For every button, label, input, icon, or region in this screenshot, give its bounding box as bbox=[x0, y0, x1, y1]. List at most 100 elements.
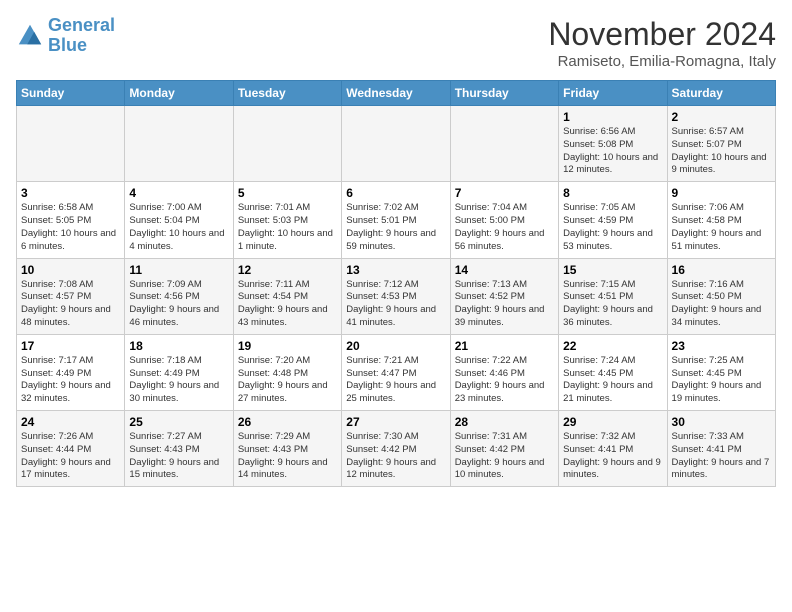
calendar-cell: 21 Sunrise: 7:22 AMSunset: 4:46 PMDayligh… bbox=[450, 334, 558, 410]
day-number: 21 bbox=[455, 339, 554, 353]
header-thursday: Thursday bbox=[450, 81, 558, 106]
calendar-cell: 17Sunrise: 7:17 AMSunset: 4:49 PMDayligh… bbox=[17, 334, 125, 410]
day-number: 18 bbox=[129, 339, 228, 353]
day-info: Sunrise: 7:29 AMSunset: 4:43 PMDaylight:… bbox=[238, 431, 337, 482]
day-info: Sunrise: 7:06 AMSunset: 4:58 PMDaylight:… bbox=[672, 202, 771, 253]
calendar-cell: 18 Sunrise: 7:18 AMSunset: 4:49 PMDayligh… bbox=[125, 334, 233, 410]
day-number: 15 bbox=[563, 263, 662, 277]
day-info: Sunrise: 7:13 AMSunset: 4:52 PMDaylight:… bbox=[455, 279, 554, 330]
day-info: Sunrise: 7:12 AMSunset: 4:53 PMDaylight:… bbox=[346, 279, 445, 330]
day-info: Sunrise: 7:32 AMSunset: 4:41 PMDaylight:… bbox=[563, 431, 662, 482]
day-number: 20 bbox=[346, 339, 445, 353]
calendar-cell: 23 Sunrise: 7:25 AMSunset: 4:45 PMDayligh… bbox=[667, 334, 775, 410]
day-number: 6 bbox=[346, 186, 445, 200]
day-number: 23 bbox=[672, 339, 771, 353]
day-number: 26 bbox=[238, 415, 337, 429]
day-number: 8 bbox=[563, 186, 662, 200]
day-info: Sunrise: 7:30 AMSunset: 4:42 PMDaylight:… bbox=[346, 431, 445, 482]
calendar-cell: 28Sunrise: 7:31 AMSunset: 4:42 PMDayligh… bbox=[450, 411, 558, 487]
day-info: Sunrise: 7:05 AMSunset: 4:59 PMDaylight:… bbox=[563, 202, 662, 253]
day-info: Sunrise: 7:33 AMSunset: 4:41 PMDaylight:… bbox=[672, 431, 771, 482]
calendar-cell bbox=[233, 106, 341, 182]
day-number: 13 bbox=[346, 263, 445, 277]
calendar-header: Sunday Monday Tuesday Wednesday Thursday… bbox=[17, 81, 776, 106]
calendar-cell: 8 Sunrise: 7:05 AMSunset: 4:59 PMDaylight… bbox=[559, 182, 667, 258]
calendar-cell: 27 Sunrise: 7:30 AMSunset: 4:42 PMDayligh… bbox=[342, 411, 450, 487]
day-info: Sunrise: 7:18 AMSunset: 4:49 PMDaylight:… bbox=[129, 355, 228, 406]
calendar-cell bbox=[17, 106, 125, 182]
day-number: 7 bbox=[455, 186, 554, 200]
header: General Blue November 2024 Ramiseto, Emi… bbox=[16, 16, 776, 70]
calendar-cell bbox=[125, 106, 233, 182]
day-info: Sunrise: 7:21 AMSunset: 4:47 PMDaylight:… bbox=[346, 355, 445, 406]
calendar-week-1: 3 Sunrise: 6:58 AMSunset: 5:05 PMDaylight… bbox=[17, 182, 776, 258]
calendar-cell: 29 Sunrise: 7:32 AMSunset: 4:41 PMDayligh… bbox=[559, 411, 667, 487]
header-wednesday: Wednesday bbox=[342, 81, 450, 106]
day-info: Sunrise: 7:09 AMSunset: 4:56 PMDaylight:… bbox=[129, 279, 228, 330]
calendar-cell: 4 Sunrise: 7:00 AMSunset: 5:04 PMDaylight… bbox=[125, 182, 233, 258]
calendar-cell: 12 Sunrise: 7:11 AMSunset: 4:54 PMDayligh… bbox=[233, 258, 341, 334]
calendar-cell: 14Sunrise: 7:13 AMSunset: 4:52 PMDayligh… bbox=[450, 258, 558, 334]
day-number: 29 bbox=[563, 415, 662, 429]
calendar-cell: 9 Sunrise: 7:06 AMSunset: 4:58 PMDaylight… bbox=[667, 182, 775, 258]
calendar-cell: 5 Sunrise: 7:01 AMSunset: 5:03 PMDaylight… bbox=[233, 182, 341, 258]
day-number: 10 bbox=[21, 263, 120, 277]
day-info: Sunrise: 7:22 AMSunset: 4:46 PMDaylight:… bbox=[455, 355, 554, 406]
day-info: Sunrise: 7:02 AMSunset: 5:01 PMDaylight:… bbox=[346, 202, 445, 253]
day-number: 12 bbox=[238, 263, 337, 277]
day-number: 16 bbox=[672, 263, 771, 277]
day-info: Sunrise: 7:25 AMSunset: 4:45 PMDaylight:… bbox=[672, 355, 771, 406]
day-info: Sunrise: 6:56 AMSunset: 5:08 PMDaylight:… bbox=[563, 126, 662, 177]
calendar-cell bbox=[342, 106, 450, 182]
day-info: Sunrise: 7:08 AMSunset: 4:57 PMDaylight:… bbox=[21, 279, 120, 330]
header-saturday: Saturday bbox=[667, 81, 775, 106]
day-number: 24 bbox=[21, 415, 120, 429]
calendar-cell: 2 Sunrise: 6:57 AMSunset: 5:07 PMDaylight… bbox=[667, 106, 775, 182]
logo-text: General Blue bbox=[48, 16, 115, 56]
logo-general: General bbox=[48, 15, 115, 35]
calendar-cell: 22Sunrise: 7:24 AMSunset: 4:45 PMDayligh… bbox=[559, 334, 667, 410]
day-number: 5 bbox=[238, 186, 337, 200]
calendar-week-2: 10 Sunrise: 7:08 AMSunset: 4:57 PMDayligh… bbox=[17, 258, 776, 334]
calendar-week-0: 1 Sunrise: 6:56 AMSunset: 5:08 PMDaylight… bbox=[17, 106, 776, 182]
day-number: 3 bbox=[21, 186, 120, 200]
calendar-cell: 20 Sunrise: 7:21 AMSunset: 4:47 PMDayligh… bbox=[342, 334, 450, 410]
logo-blue: Blue bbox=[48, 35, 87, 55]
calendar-body: 1 Sunrise: 6:56 AMSunset: 5:08 PMDaylight… bbox=[17, 106, 776, 487]
day-number: 9 bbox=[672, 186, 771, 200]
day-number: 2 bbox=[672, 110, 771, 124]
calendar-cell: 6 Sunrise: 7:02 AMSunset: 5:01 PMDaylight… bbox=[342, 182, 450, 258]
day-info: Sunrise: 7:01 AMSunset: 5:03 PMDaylight:… bbox=[238, 202, 337, 253]
calendar-cell: 30 Sunrise: 7:33 AMSunset: 4:41 PMDayligh… bbox=[667, 411, 775, 487]
day-info: Sunrise: 7:15 AMSunset: 4:51 PMDaylight:… bbox=[563, 279, 662, 330]
page: General Blue November 2024 Ramiseto, Emi… bbox=[0, 0, 792, 495]
logo: General Blue bbox=[16, 16, 115, 56]
calendar-table: Sunday Monday Tuesday Wednesday Thursday… bbox=[16, 80, 776, 487]
day-info: Sunrise: 7:04 AMSunset: 5:00 PMDaylight:… bbox=[455, 202, 554, 253]
day-info: Sunrise: 7:00 AMSunset: 5:04 PMDaylight:… bbox=[129, 202, 228, 253]
day-number: 1 bbox=[563, 110, 662, 124]
calendar-cell bbox=[450, 106, 558, 182]
day-info: Sunrise: 6:58 AMSunset: 5:05 PMDaylight:… bbox=[21, 202, 120, 253]
header-monday: Monday bbox=[125, 81, 233, 106]
month-title: November 2024 bbox=[548, 16, 776, 53]
day-info: Sunrise: 7:24 AMSunset: 4:45 PMDaylight:… bbox=[563, 355, 662, 406]
calendar-cell: 11Sunrise: 7:09 AMSunset: 4:56 PMDayligh… bbox=[125, 258, 233, 334]
day-info: Sunrise: 7:11 AMSunset: 4:54 PMDaylight:… bbox=[238, 279, 337, 330]
logo-icon bbox=[16, 22, 44, 50]
day-number: 30 bbox=[672, 415, 771, 429]
day-number: 4 bbox=[129, 186, 228, 200]
day-info: Sunrise: 7:31 AMSunset: 4:42 PMDaylight:… bbox=[455, 431, 554, 482]
day-info: Sunrise: 7:16 AMSunset: 4:50 PMDaylight:… bbox=[672, 279, 771, 330]
day-number: 27 bbox=[346, 415, 445, 429]
day-number: 19 bbox=[238, 339, 337, 353]
day-info: Sunrise: 7:17 AMSunset: 4:49 PMDaylight:… bbox=[21, 355, 120, 406]
day-info: Sunrise: 6:57 AMSunset: 5:07 PMDaylight:… bbox=[672, 126, 771, 177]
calendar-cell: 15 Sunrise: 7:15 AMSunset: 4:51 PMDayligh… bbox=[559, 258, 667, 334]
header-friday: Friday bbox=[559, 81, 667, 106]
title-block: November 2024 Ramiseto, Emilia-Romagna, … bbox=[548, 16, 776, 70]
header-sunday: Sunday bbox=[17, 81, 125, 106]
header-tuesday: Tuesday bbox=[233, 81, 341, 106]
calendar-cell: 7 Sunrise: 7:04 AMSunset: 5:00 PMDaylight… bbox=[450, 182, 558, 258]
day-info: Sunrise: 7:20 AMSunset: 4:48 PMDaylight:… bbox=[238, 355, 337, 406]
